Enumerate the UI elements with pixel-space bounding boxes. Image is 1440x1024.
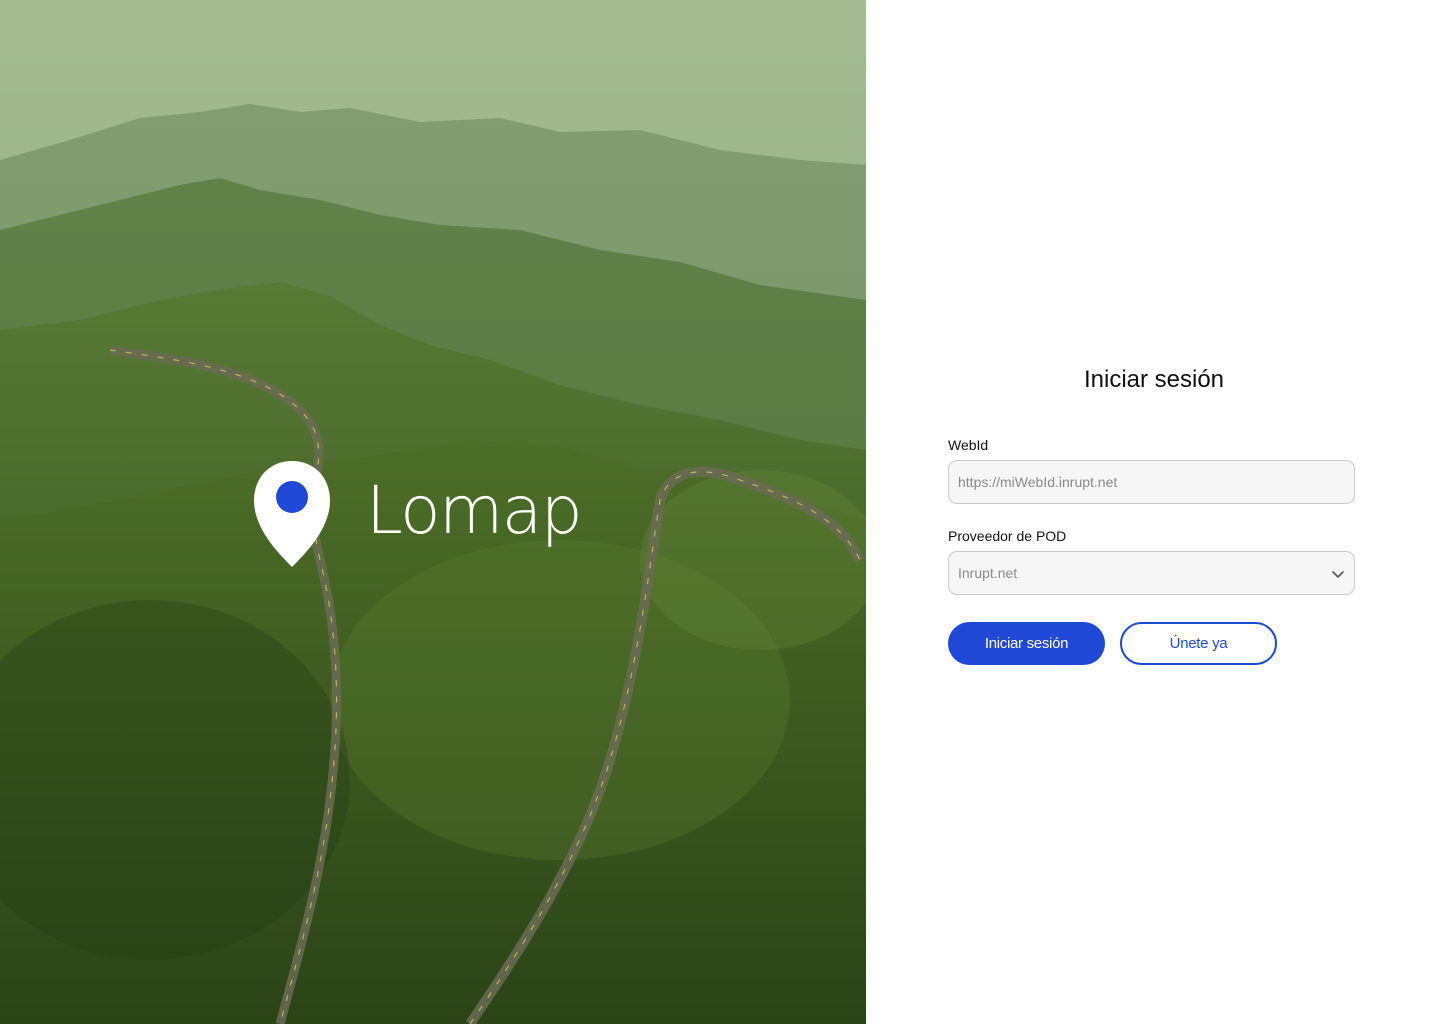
hero-landscape-image: Lomap [0, 0, 866, 1024]
pod-provider-selected-value: Inrupt.net [958, 565, 1018, 581]
webid-input[interactable] [948, 460, 1355, 504]
pod-provider-select[interactable]: Inrupt.net [948, 551, 1355, 595]
join-button[interactable]: Únete ya [1120, 622, 1277, 665]
webid-label: WebId [948, 437, 989, 453]
map-pin-icon [252, 459, 332, 569]
login-page: Lomap Iniciar sesión WebId Proveedor de … [0, 0, 1440, 1024]
brand-logo: Lomap [252, 458, 583, 570]
login-panel: Iniciar sesión WebId Proveedor de POD In… [866, 0, 1440, 1024]
chevron-down-icon [1332, 571, 1344, 578]
pod-provider-label: Proveedor de POD [948, 528, 1067, 544]
brand-name: Lomap [366, 471, 583, 549]
login-button[interactable]: Iniciar sesión [948, 622, 1105, 665]
page-title: Iniciar sesión [1083, 366, 1225, 393]
